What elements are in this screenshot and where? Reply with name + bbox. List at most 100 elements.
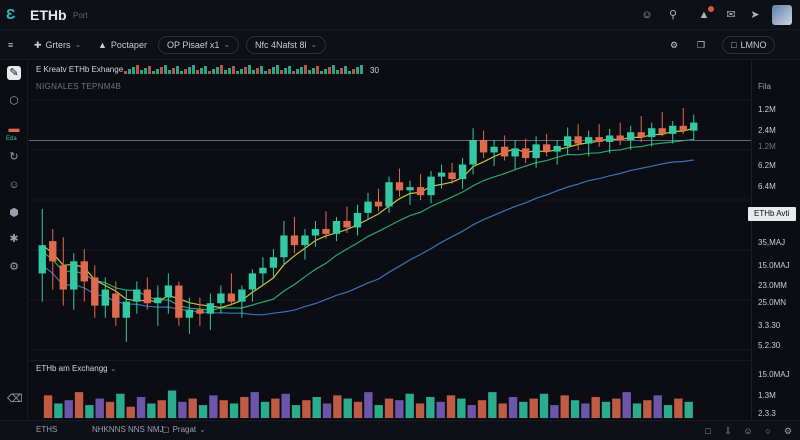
mini-volume-bar (296, 69, 299, 74)
volume-bar (64, 400, 73, 419)
price-label: 25.0MN (758, 298, 787, 307)
filters-label: Grters (45, 40, 71, 50)
candle-body (669, 125, 677, 134)
volume-bar (384, 398, 394, 419)
candle-body (80, 261, 88, 282)
mini-volume-bar (280, 70, 283, 74)
candle-body (416, 187, 425, 196)
folder-icon[interactable]: □ (702, 425, 714, 437)
indicators-select[interactable]: Nfc 4Nafst 8l ⌄ (246, 36, 327, 54)
cube-icon[interactable]: ⬡ (7, 94, 21, 108)
logo-icon[interactable]: Ɛ (6, 7, 24, 23)
volume-bar (560, 395, 569, 419)
filters-button[interactable]: ✚ Grters ⌄ (34, 36, 81, 54)
candle-body (206, 303, 215, 314)
volume-bar (395, 400, 404, 419)
mini-volume-bar (304, 65, 307, 74)
copy-icon[interactable]: ❐ (697, 36, 705, 54)
candle-body (70, 261, 78, 290)
candle-body (511, 148, 519, 157)
layout-label: LMNO (740, 40, 767, 50)
volume-bar (157, 400, 166, 419)
price-label: 15.0MAJ (758, 261, 790, 270)
mini-volume-bar (172, 68, 175, 74)
help-icon[interactable]: ○ (762, 425, 774, 437)
volume-bar (312, 396, 321, 419)
mini-volume-bar (196, 70, 199, 74)
portfolio-button[interactable]: ▲ Poctaper (98, 36, 147, 54)
mini-volume-bar (164, 65, 167, 74)
volume-bar (198, 405, 208, 419)
candle-body (175, 285, 183, 318)
candle-body (469, 140, 477, 165)
candle-body (385, 182, 393, 207)
volume-bar (467, 405, 476, 419)
mini-volume-bar (308, 70, 311, 74)
candle-body (112, 293, 120, 318)
candle-body (49, 241, 57, 262)
volume-chart[interactable] (29, 360, 751, 420)
volume-bar (498, 403, 507, 419)
gear-icon[interactable]: ⚙ (7, 260, 21, 274)
bottom-bar: ETHS NHKNNS NNS NMJ ▢ Pragat ⌄ □ ⇩ ☺ ○ ⚙ (0, 420, 800, 440)
tab-nhknns[interactable]: NHKNNS NNS NMJ (92, 425, 164, 434)
candle-body (406, 187, 414, 191)
candle-body (332, 220, 341, 234)
volume-bar (240, 396, 249, 419)
share-icon[interactable]: ➤ (748, 8, 762, 22)
chart-icon[interactable]: ✎ (7, 66, 21, 80)
users-icon[interactable]: ☺ (7, 178, 21, 192)
mail-icon[interactable]: ✉ (724, 8, 738, 22)
settings-icon[interactable]: ⚙ (670, 36, 678, 54)
shield-icon[interactable]: ⬢ (7, 206, 21, 220)
mini-volume-bar (256, 68, 259, 74)
download-icon[interactable]: ⇩ (722, 425, 734, 437)
mini-volume-bar (352, 69, 355, 74)
price-chart[interactable] (29, 60, 751, 360)
volume-title-label: ETHb am Exchangg (36, 364, 108, 373)
volume-bar (271, 398, 280, 419)
bar-icon[interactable]: ▬ (7, 122, 21, 136)
tab-label: Pragat (172, 425, 197, 434)
chevron-down-icon[interactable]: ⌄ (110, 364, 117, 373)
volume-bar (488, 392, 497, 419)
candle-body (154, 297, 162, 304)
refresh-icon[interactable]: ↻ (7, 150, 21, 164)
search-icon[interactable]: ⚲ (666, 8, 680, 22)
tab-eths[interactable]: ETHS (36, 425, 57, 434)
mini-volume-bar (324, 69, 327, 74)
view-select[interactable]: OP Pisaef x1 ⌄ (158, 36, 240, 54)
comment-icon: □ (731, 40, 737, 50)
mini-volume-bar (236, 71, 239, 74)
volume-bar (663, 405, 673, 419)
candle-body (637, 132, 645, 138)
user-icon[interactable]: ☺ (742, 425, 754, 437)
price-label: 6.4M (758, 182, 776, 191)
settings-icon[interactable]: ⚙ (782, 425, 794, 437)
candle-body (269, 257, 278, 268)
user-icon[interactable]: ☺ (640, 8, 654, 22)
candle-body (364, 201, 372, 213)
mini-volume-bar (168, 70, 171, 74)
price-label: 35,MAJ (758, 238, 786, 247)
left-sidebar: ✎ ⬡ ▬ Eda ↻ ☺ ⬢ ✱ ⚙ ⌫ (0, 60, 28, 440)
menu-icon[interactable]: ≡ (8, 36, 13, 54)
mini-volume-bar (132, 67, 135, 74)
volume-bar (446, 395, 456, 419)
volume-bar (581, 403, 590, 419)
asterisk-icon[interactable]: ✱ (7, 232, 21, 246)
mini-volume-bar (244, 67, 247, 74)
bell-icon[interactable]: ▲ (697, 6, 714, 22)
trash-icon[interactable]: ⌫ (7, 392, 23, 406)
layout-button[interactable]: □ LMNO (722, 36, 776, 54)
tab-pragat[interactable]: ▢ Pragat ⌄ (162, 425, 206, 434)
avatar[interactable] (772, 5, 792, 25)
volume-bar (116, 393, 125, 419)
volume-bar (436, 401, 445, 419)
mini-volume-bar (176, 66, 179, 74)
candle-body (227, 293, 236, 302)
mini-volume-bar (268, 69, 271, 74)
price-label: 2.4M (758, 126, 776, 135)
mini-volume-bar (356, 67, 359, 74)
candle-body (584, 137, 593, 144)
